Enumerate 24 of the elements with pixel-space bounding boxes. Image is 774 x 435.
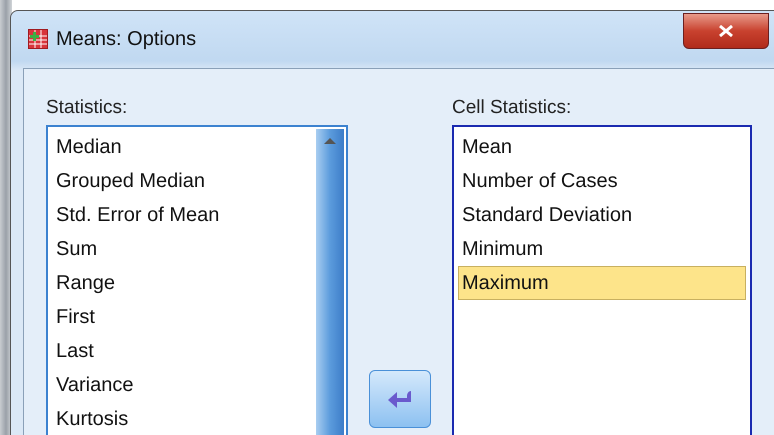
list-item[interactable]: Std. Error of Mean [52, 198, 310, 232]
list-item[interactable]: Variance [52, 368, 310, 402]
list-item[interactable]: Last [52, 334, 310, 368]
list-item[interactable]: First [52, 300, 310, 334]
close-button[interactable] [683, 13, 769, 49]
list-item[interactable]: Kurtosis [52, 402, 310, 435]
close-icon [718, 25, 734, 37]
list-item[interactable]: Range [52, 266, 310, 300]
move-button[interactable] [369, 370, 431, 428]
list-item[interactable]: Median [52, 130, 310, 164]
list-label: Cell Statistics: [452, 97, 572, 119]
arrow-icon [387, 389, 413, 409]
scrollbar[interactable] [316, 129, 344, 435]
list-item[interactable]: Maximum [458, 266, 746, 300]
list-item[interactable]: Mean [458, 130, 746, 164]
window-title: Means: Options [56, 28, 196, 50]
list-label: Statistics: [46, 97, 128, 119]
list-item[interactable]: Grouped Median [52, 164, 310, 198]
list-item[interactable]: Sum [52, 232, 310, 266]
list-item[interactable]: Number of Cases [458, 164, 746, 198]
list-item[interactable]: Minimum [458, 232, 746, 266]
list-item[interactable]: Standard Deviation [458, 198, 746, 232]
scroll-up-icon [323, 137, 337, 145]
app-icon [28, 29, 48, 49]
